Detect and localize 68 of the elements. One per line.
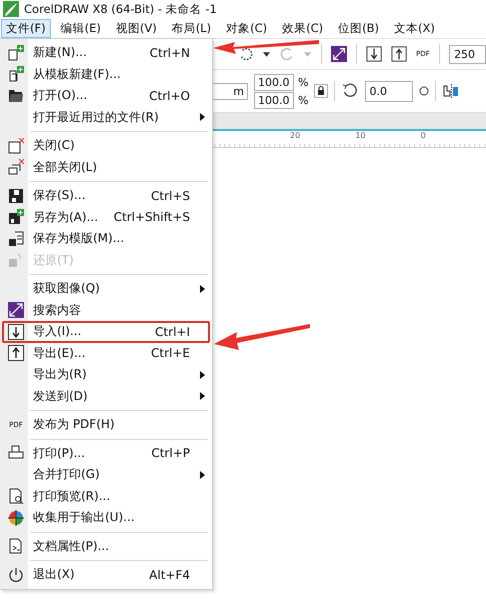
menu-item[interactable]: 从模板新建(F)... xyxy=(2,64,210,85)
submenu-arrow-icon xyxy=(200,113,204,122)
menu-item[interactable]: 导出为(R) xyxy=(2,364,210,386)
print-preview-icon xyxy=(8,488,24,504)
scale-x-field[interactable]: 100.0 xyxy=(254,74,294,90)
document-properties-icon xyxy=(8,538,24,554)
lock-icon[interactable] xyxy=(314,84,328,98)
dropdown-caret-icon[interactable] xyxy=(263,50,270,58)
menu-bar-item[interactable]: 位图(B) xyxy=(333,18,384,38)
submenu-arrow-icon xyxy=(200,392,204,400)
save-as-icon xyxy=(8,209,24,226)
ruler-label: 10 xyxy=(355,131,367,142)
menu-item[interactable]: 打印预览(R)... xyxy=(2,486,210,507)
menu-item[interactable]: 退出(X) Alt+F4 xyxy=(2,564,210,586)
menu-item[interactable]: 文档属性(P)... xyxy=(2,536,210,557)
menu-item[interactable]: 搜索内容 xyxy=(2,300,210,321)
import-icon xyxy=(8,324,24,340)
menu-item[interactable]: 导入(I)... Ctrl+I xyxy=(2,321,210,342)
menu-bar-item[interactable]: 文本(X) xyxy=(388,18,440,38)
save-icon xyxy=(8,188,24,204)
menu-item[interactable]: 保存(S)... Ctrl+S xyxy=(2,185,210,206)
undo-icon[interactable] xyxy=(238,45,254,63)
color-wheel-icon xyxy=(8,510,24,526)
folder-icon xyxy=(8,88,24,103)
window-title: CorelDRAW X8 (64-Bit) - 未命名 -1 xyxy=(24,2,217,16)
menu-bar-item[interactable]: 对象(C) xyxy=(221,18,272,38)
template-icon xyxy=(8,66,24,82)
printer-icon xyxy=(8,445,24,462)
save-template-icon xyxy=(8,230,24,247)
menu-item[interactable]: 获取图像(Q) xyxy=(2,278,210,300)
menu-item[interactable]: 新建(N)... Ctrl+N xyxy=(2,42,210,64)
mirror-icon[interactable] xyxy=(442,84,460,98)
menu-bar-item[interactable]: 文件(F) xyxy=(1,18,51,38)
import-icon[interactable] xyxy=(366,45,382,63)
menu-bar-item[interactable]: 布局(L) xyxy=(166,18,216,38)
close-all-icon xyxy=(8,159,24,176)
percent-label: % xyxy=(298,94,308,106)
submenu-arrow-icon xyxy=(200,470,204,479)
scale-y-field[interactable]: 100.0 xyxy=(254,92,294,108)
zoom-field[interactable]: 250 xyxy=(449,44,486,64)
menu-item[interactable]: 收集用于输出(U)... xyxy=(2,507,210,528)
menu-item[interactable]: 保存为模版(M)... xyxy=(2,228,210,250)
circle-icon xyxy=(419,86,430,96)
search-content-icon[interactable] xyxy=(330,45,347,63)
search-content-icon xyxy=(8,302,24,318)
new-document-icon xyxy=(8,44,24,61)
menu-item[interactable]: 发送到(D) xyxy=(2,386,210,407)
menu-item[interactable]: 导出(E)... Ctrl+E xyxy=(2,342,210,364)
menu-bar-item[interactable]: 视图(V) xyxy=(110,18,162,38)
power-icon xyxy=(8,566,24,583)
angle-field[interactable]: 0.0 xyxy=(365,80,414,102)
ruler-label: 0 xyxy=(420,131,427,142)
menu-item[interactable]: 关闭(C) xyxy=(2,135,210,156)
close-document-icon xyxy=(8,138,24,154)
submenu-arrow-icon xyxy=(200,370,204,379)
export-icon xyxy=(8,345,24,362)
menu-item[interactable]: 打开最近用过的文件(R) xyxy=(2,106,210,128)
submenu-arrow-icon xyxy=(200,284,204,293)
rotate-icon xyxy=(341,82,360,100)
export-icon[interactable] xyxy=(390,45,407,63)
menu-item[interactable]: 另存为(A)... Ctrl+Shift+S xyxy=(2,206,210,228)
menu-bar-item[interactable]: 编辑(E) xyxy=(56,18,106,38)
menu-item[interactable]: 合并打印(G) xyxy=(2,464,210,486)
menu-item[interactable]: 全部关闭(L) xyxy=(2,156,210,178)
menu-item[interactable]: 打印(P)... Ctrl+P xyxy=(2,442,210,464)
menu-bar-item[interactable]: 效果(C) xyxy=(277,18,328,38)
percent-label: % xyxy=(298,76,308,88)
ruler-label: 20 xyxy=(290,131,302,142)
